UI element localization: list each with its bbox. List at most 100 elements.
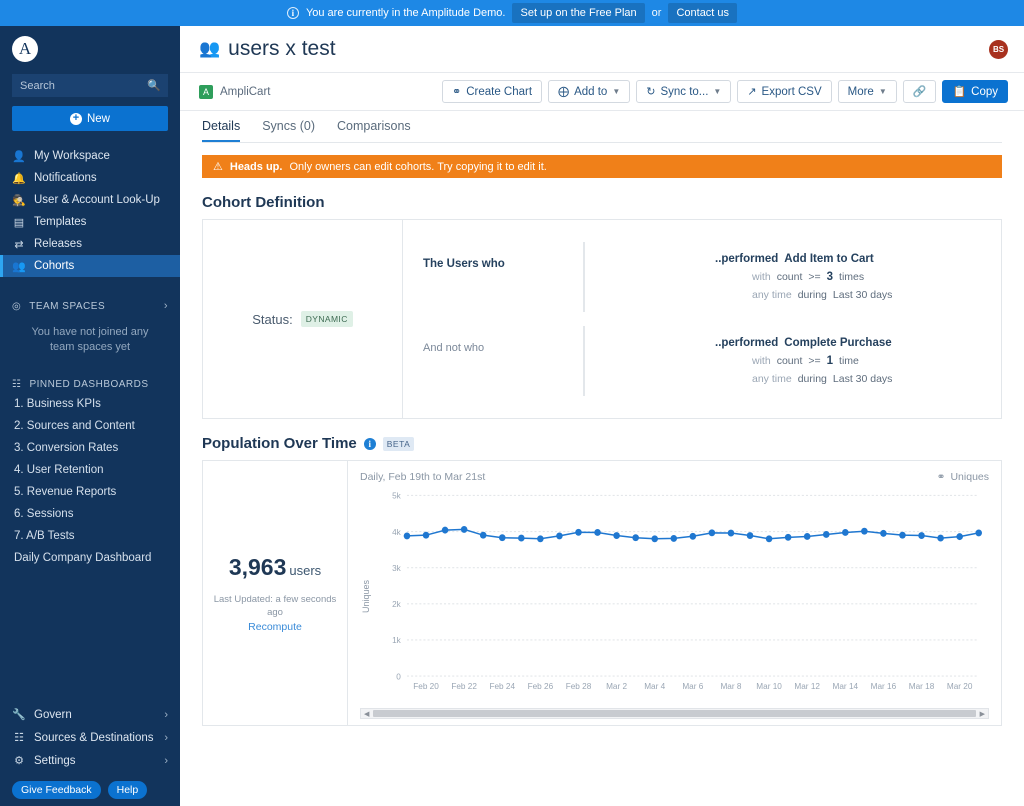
cohort-rule-window-line: any time during Last 30 days <box>585 370 981 388</box>
chart-range-label: Daily, Feb 19th to Mar 21st <box>360 471 486 483</box>
sidebar-item-sources-destinations[interactable]: ☷ Sources & Destinations › <box>0 726 180 749</box>
cohort-definition-title-text: Cohort Definition <box>202 194 325 211</box>
pinned-dashboard-item[interactable]: 1. Business KPIs <box>0 393 180 415</box>
sidebar-logo[interactable]: A <box>0 26 180 68</box>
share-link-button[interactable]: 🔗 <box>902 80 937 103</box>
copy-button[interactable]: 📋 Copy <box>942 80 1008 103</box>
export-csv-button[interactable]: ↗ Export CSV <box>737 80 832 103</box>
scroll-right-arrow-icon[interactable]: ▶ <box>977 710 988 718</box>
add-to-button[interactable]: ⨁ Add to ▼ <box>548 80 631 103</box>
content: Details Syncs (0) Comparisons ⚠ Heads up… <box>180 111 1024 806</box>
team-spaces-empty-text: You have not joined any team spaces yet <box>31 326 149 353</box>
create-chart-button[interactable]: ⚭ Create Chart <box>442 80 543 103</box>
sidebar-item-user-account-lookup[interactable]: 🕵 User & Account Look-Up <box>0 189 180 211</box>
chevron-right-icon: › <box>164 754 168 767</box>
contact-us-button[interactable]: Contact us <box>668 3 738 23</box>
sidebar-item-label: Releases <box>34 238 82 250</box>
status-row: Status: DYNAMIC <box>252 311 353 327</box>
svg-text:Mar 16: Mar 16 <box>871 681 897 691</box>
sidebar-item-my-workspace[interactable]: 👤 My Workspace <box>0 145 180 167</box>
sidebar-section-label: TEAM SPACES <box>29 300 106 312</box>
releases-icon: ⇄ <box>14 238 24 251</box>
last-updated-text: Last Updated: a few seconds ago <box>213 593 337 618</box>
warning-icon: ⚠ <box>213 161 223 173</box>
sidebar-item-govern[interactable]: 🔧 Govern › <box>0 703 180 726</box>
cohort-definition-title: Cohort Definition <box>202 194 1002 211</box>
wrench-icon: 🔧 <box>12 709 26 721</box>
cohort-definition-card: Status: DYNAMIC The Users who ..performe… <box>202 219 1002 419</box>
info-icon[interactable]: i <box>363 437 376 450</box>
link-icon: 🔗 <box>912 86 927 98</box>
svg-text:Mar 8: Mar 8 <box>720 681 741 691</box>
svg-text:Mar 4: Mar 4 <box>644 681 665 691</box>
setup-free-plan-button[interactable]: Set up on the Free Plan <box>512 3 645 23</box>
sync-to-label: Sync to... <box>660 85 709 98</box>
help-button[interactable]: Help <box>107 781 148 799</box>
beta-badge: BETA <box>382 436 415 451</box>
scroll-left-arrow-icon[interactable]: ◀ <box>361 710 372 718</box>
plus-circle-icon: ⨁ <box>558 86 570 98</box>
team-spaces-icon: ◎ <box>12 300 22 312</box>
line-chart[interactable]: 5k 4k 3k 2k 1k 0 Feb 20 Feb 22 Feb 24 Feb 26 Feb 2… <box>372 489 989 704</box>
svg-text:4k: 4k <box>392 527 401 537</box>
more-button[interactable]: More ▼ <box>837 80 897 103</box>
pinned-dashboard-item[interactable]: 2. Sources and Content <box>0 415 180 437</box>
search-box[interactable]: 🔍 <box>12 74 168 97</box>
recompute-link[interactable]: Recompute <box>248 621 302 633</box>
toolbar-actions: ⚭ Create Chart ⨁ Add to ▼ ↻ Sync to... ▼… <box>442 80 1008 103</box>
pinned-dashboard-item[interactable]: 3. Conversion Rates <box>0 437 180 459</box>
operator-label: >= <box>808 355 821 367</box>
pinned-dashboard-item[interactable]: Daily Company Dashboard <box>0 547 180 569</box>
app-shell: A 🔍 + New 👤 My Workspace 🔔 Notifications… <box>0 26 1024 806</box>
event-name: Add Item to Cart <box>784 253 874 265</box>
person-icon: 👤 <box>12 150 26 163</box>
sidebar: A 🔍 + New 👤 My Workspace 🔔 Notifications… <box>0 26 180 806</box>
avatar[interactable]: BS <box>989 39 1008 59</box>
give-feedback-button[interactable]: Give Feedback <box>12 781 101 799</box>
sidebar-section-pinned-dashboards[interactable]: ☷ PINNED DASHBOARDS <box>0 375 180 393</box>
tab-details[interactable]: Details <box>202 119 241 142</box>
sidebar-item-releases[interactable]: ⇄ Releases <box>0 233 180 255</box>
pinned-dashboard-item[interactable]: 6. Sessions <box>0 503 180 525</box>
sidebar-bottom: 🔧 Govern › ☷ Sources & Destinations › ⚙ … <box>0 703 180 806</box>
sidebar-item-cohorts[interactable]: 👥 Cohorts <box>0 255 180 277</box>
copy-icon: 📋 <box>952 86 967 98</box>
sidebar-item-label: My Workspace <box>34 150 110 162</box>
chart-legend[interactable]: ⚭ Uniques <box>937 471 989 483</box>
chart-horizontal-scrollbar[interactable]: ◀ ▶ <box>360 708 989 719</box>
search-input[interactable] <box>20 79 160 92</box>
page-title-text: users x test <box>228 37 336 60</box>
tab-comparisons[interactable]: Comparisons <box>337 119 411 142</box>
pinned-dashboard-item[interactable]: 4. User Retention <box>0 459 180 481</box>
sidebar-item-label: Templates <box>34 216 87 228</box>
sidebar-item-notifications[interactable]: 🔔 Notifications <box>0 167 180 189</box>
plot-wrapper: Uniques 5k 4k 3k 2k 1k 0 Feb 20 Feb 22 Feb 24 Feb… <box>360 489 989 704</box>
demo-banner-message: You are currently in the Amplitude Demo. <box>305 7 506 19</box>
project-selector[interactable]: A AmpliCart <box>199 84 270 99</box>
more-label: More <box>847 85 874 98</box>
tab-syncs[interactable]: Syncs (0) <box>262 119 315 142</box>
sidebar-section-label: PINNED DASHBOARDS <box>29 378 149 390</box>
chart-header: Daily, Feb 19th to Mar 21st ⚭ Uniques <box>360 471 989 483</box>
warning-text: Only owners can edit cohorts. Try copyin… <box>289 160 547 173</box>
svg-text:Feb 24: Feb 24 <box>489 681 515 691</box>
cohort-rule-who-label: And not who <box>423 342 485 354</box>
status-badge: DYNAMIC <box>300 311 353 327</box>
export-icon: ↗ <box>747 86 757 98</box>
status-label: Status: <box>252 311 293 327</box>
svg-text:Mar 10: Mar 10 <box>756 681 782 691</box>
new-button[interactable]: + New <box>12 106 168 131</box>
sidebar-item-settings[interactable]: ⚙ Settings › <box>0 749 180 772</box>
scrollbar-thumb[interactable] <box>373 710 976 717</box>
sidebar-section-team-spaces[interactable]: ◎ TEAM SPACES › <box>0 297 180 315</box>
warning-banner: ⚠ Heads up. Only owners can edit cohorts… <box>202 155 1002 178</box>
sync-to-button[interactable]: ↻ Sync to... ▼ <box>636 80 732 103</box>
svg-text:2k: 2k <box>392 599 401 609</box>
pinned-dashboard-item[interactable]: 5. Revenue Reports <box>0 481 180 503</box>
chevron-down-icon: ▼ <box>878 87 887 96</box>
population-title-text: Population Over Time <box>202 435 357 452</box>
sidebar-item-templates[interactable]: ▤ Templates <box>0 211 180 233</box>
population-count: 3,963 users <box>229 554 321 581</box>
pinned-dashboard-item[interactable]: 7. A/B Tests <box>0 525 180 547</box>
svg-text:Feb 26: Feb 26 <box>528 681 554 691</box>
